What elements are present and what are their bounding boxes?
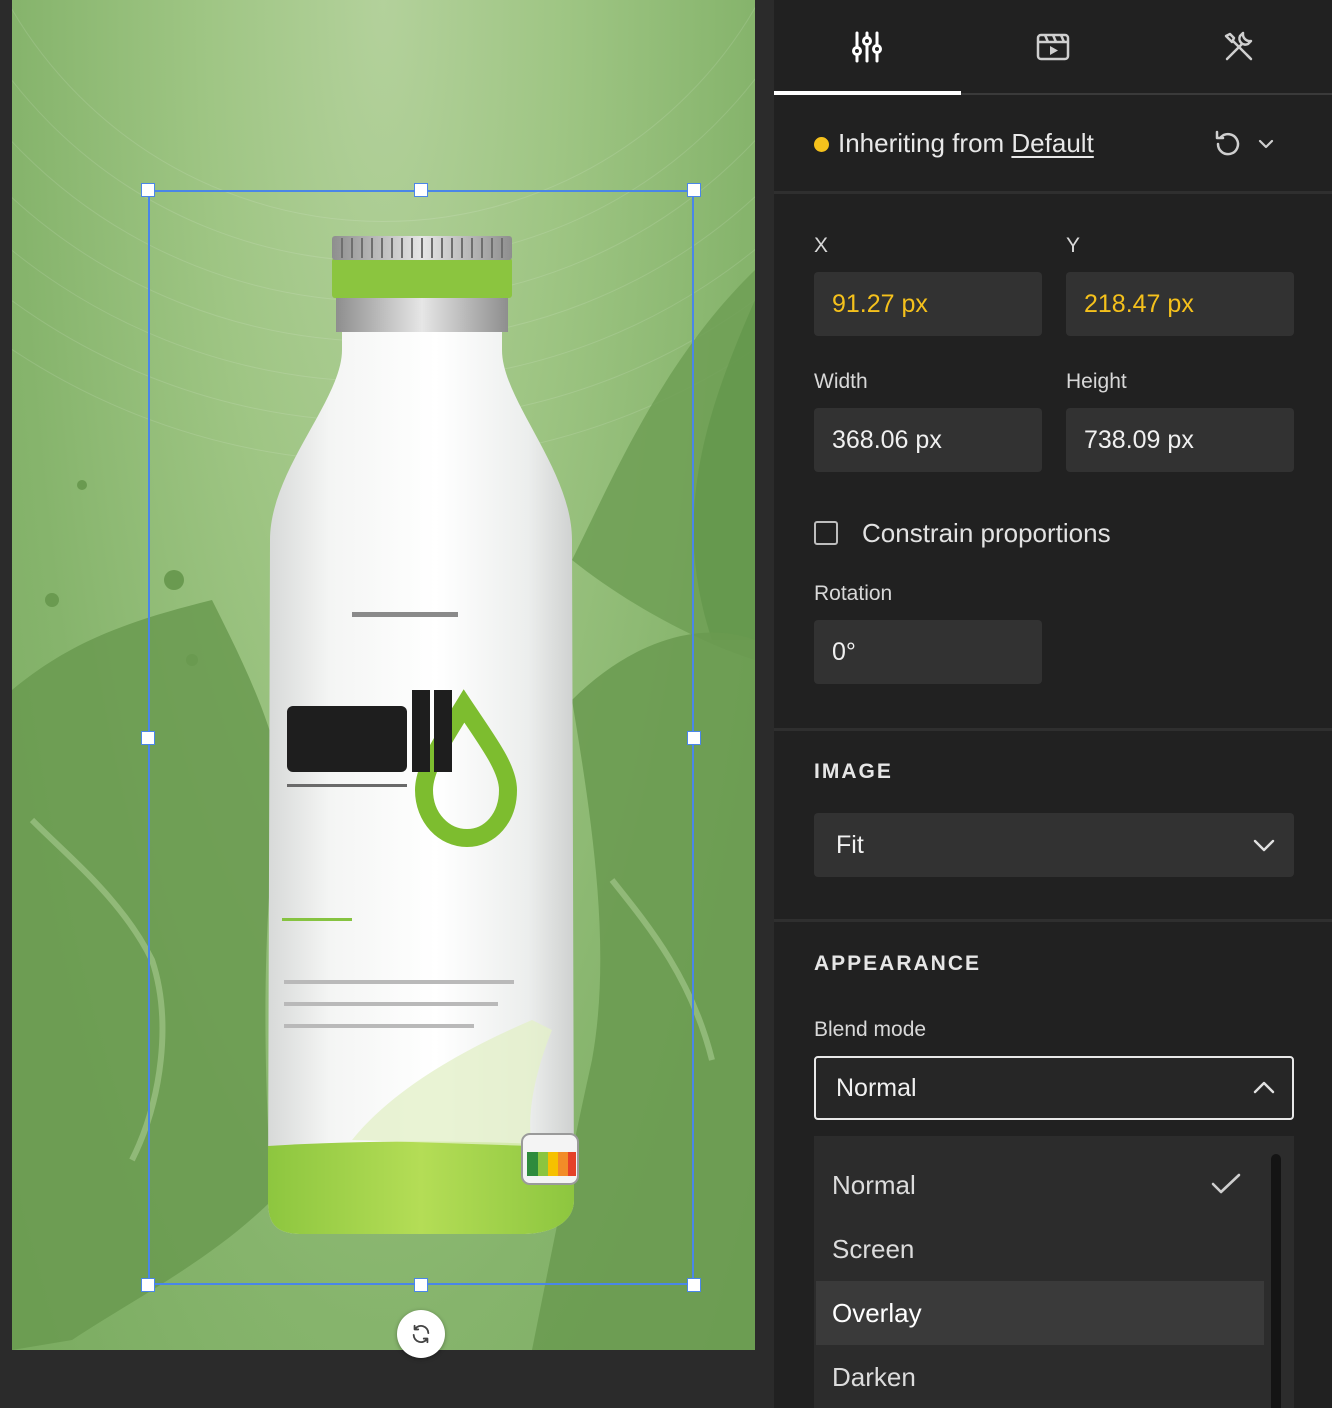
resize-handle-top-right[interactable]	[687, 183, 701, 197]
undo-icon	[1215, 130, 1240, 156]
active-tab-indicator	[774, 91, 961, 95]
image-fit-select[interactable]: Fit	[814, 813, 1294, 877]
blend-mode-value: Normal	[836, 1073, 917, 1102]
blend-option-overlay[interactable]: Overlay	[816, 1281, 1264, 1345]
tab-tools[interactable]	[1146, 0, 1332, 94]
x-label: X	[814, 234, 829, 257]
x-field[interactable]: 91.27 px	[814, 272, 1042, 336]
menu-item-label: Overlay	[832, 1297, 922, 1328]
constrain-row[interactable]: Constrain proportions	[814, 515, 1111, 551]
tab-animation[interactable]	[960, 0, 1146, 94]
sliders-icon	[852, 31, 882, 63]
panel-tabbar	[774, 0, 1332, 96]
blend-option-screen[interactable]: Screen	[816, 1217, 1264, 1281]
resize-handle-top[interactable]	[414, 183, 428, 197]
resize-handle-left[interactable]	[141, 731, 155, 745]
resize-handle-bottom-left[interactable]	[141, 1278, 155, 1292]
image-fit-value: Fit	[836, 830, 864, 859]
properties-panel: Inheriting from Default X Y 91.27 px 218…	[774, 0, 1332, 1408]
chevron-down-icon	[1253, 839, 1275, 852]
inherit-label: Inheriting from Default	[838, 128, 1094, 159]
image-section-title: IMAGE	[814, 760, 893, 783]
y-field[interactable]: 218.47 px	[1066, 272, 1294, 336]
menu-scrollbar[interactable]	[1271, 1154, 1281, 1408]
status-dot	[814, 137, 829, 152]
resize-handle-bottom-right[interactable]	[687, 1278, 701, 1292]
inherit-default-link[interactable]: Default	[1011, 128, 1093, 158]
section-divider	[774, 191, 1332, 194]
blend-mode-menu: Normal Screen Overlay Darken	[814, 1136, 1294, 1408]
constrain-label: Constrain proportions	[862, 517, 1111, 548]
selection-box[interactable]	[148, 190, 694, 1285]
width-field[interactable]: 368.06 px	[814, 408, 1042, 472]
appearance-section-title: APPEARANCE	[814, 952, 982, 975]
blend-option-normal[interactable]: Normal	[816, 1153, 1264, 1217]
inherit-prefix: Inheriting from	[838, 128, 1012, 158]
film-clapper-icon	[1036, 33, 1070, 61]
rotate-handle[interactable]	[397, 1310, 445, 1358]
resize-handle-bottom[interactable]	[414, 1278, 428, 1292]
resize-handle-right[interactable]	[687, 731, 701, 745]
menu-item-label: Screen	[832, 1233, 915, 1264]
blend-mode-label: Blend mode	[814, 1018, 927, 1041]
refresh-icon	[412, 1324, 430, 1344]
menu-item-label: Darken	[832, 1361, 916, 1392]
width-label: Width	[814, 370, 868, 393]
tools-icon	[1224, 31, 1253, 61]
section-divider	[774, 919, 1332, 922]
check-icon	[1211, 1173, 1241, 1194]
chevron-up-icon	[1253, 1081, 1275, 1094]
menu-item-label: Normal	[832, 1169, 916, 1200]
inherit-row: Inheriting from Default	[774, 96, 1332, 192]
section-divider	[774, 728, 1332, 731]
resize-handle-top-left[interactable]	[141, 183, 155, 197]
blend-mode-select[interactable]: Normal	[814, 1056, 1294, 1120]
chevron-down-icon	[1258, 139, 1274, 149]
y-label: Y	[1066, 234, 1081, 257]
blend-option-darken[interactable]: Darken	[816, 1345, 1264, 1408]
height-label: Height	[1066, 370, 1127, 393]
reset-dropdown-button[interactable]	[1212, 126, 1288, 162]
canvas-area	[0, 0, 774, 1408]
constrain-checkbox[interactable]	[814, 521, 838, 545]
tab-properties[interactable]	[774, 0, 960, 94]
height-field[interactable]: 738.09 px	[1066, 408, 1294, 472]
rotation-label: Rotation	[814, 582, 893, 605]
rotation-field[interactable]: 0°	[814, 620, 1042, 684]
